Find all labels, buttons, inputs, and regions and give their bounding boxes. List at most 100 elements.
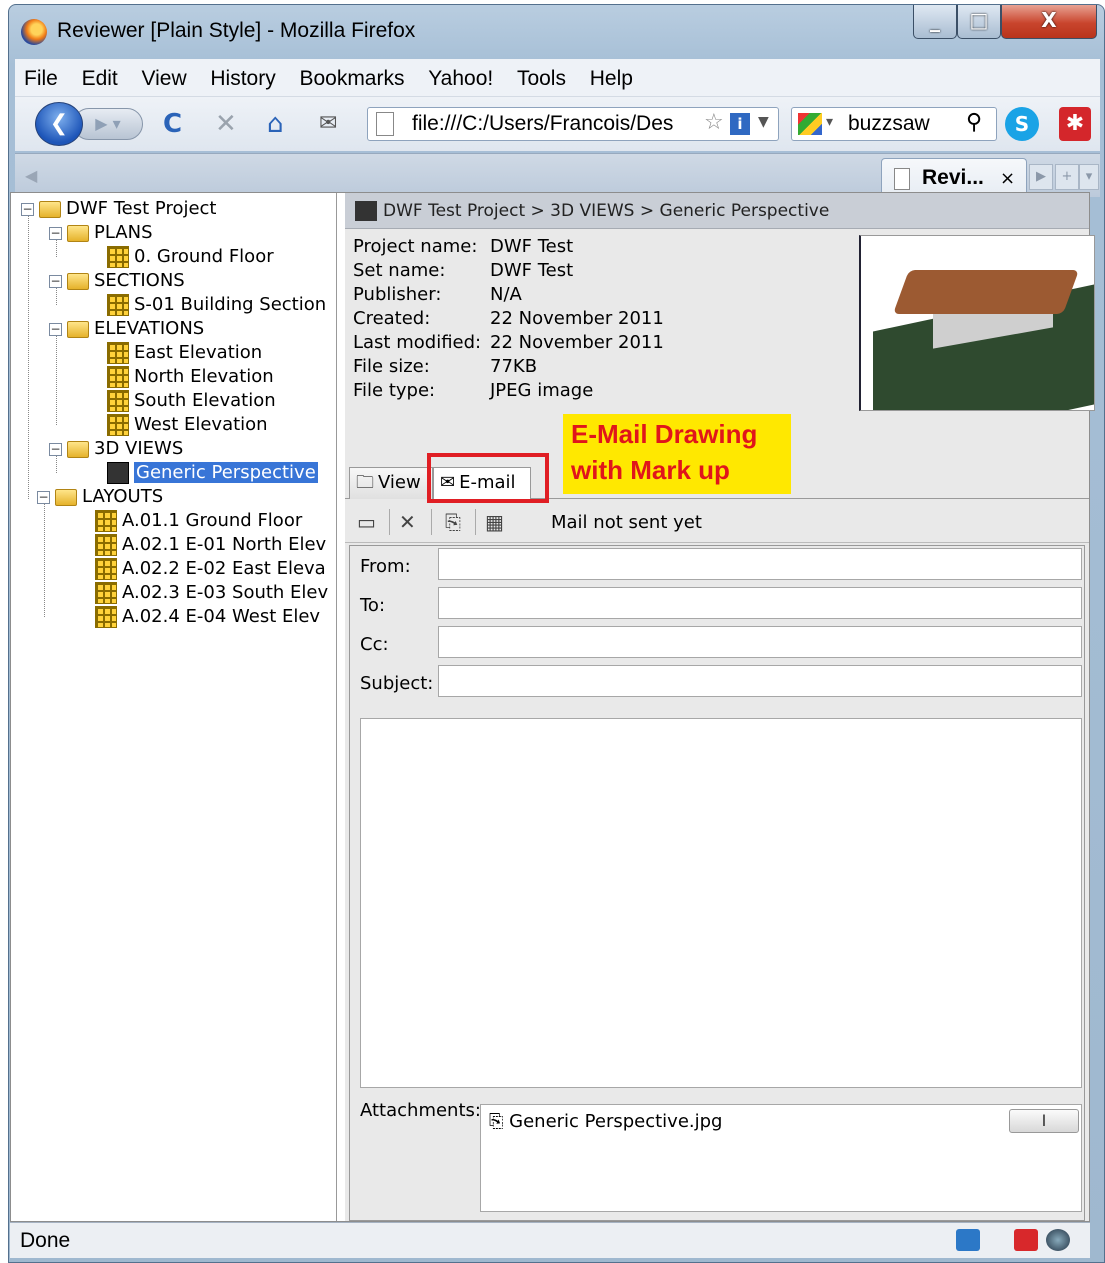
close-window-button[interactable]: X bbox=[1001, 5, 1097, 39]
address-bar[interactable]: file:///C:/Users/Francois/Des ☆ i ▼ bbox=[367, 107, 779, 141]
paperclip-icon: ⎘ bbox=[489, 1111, 504, 1132]
globe-icon[interactable] bbox=[1046, 1229, 1070, 1251]
cc-field[interactable] bbox=[438, 626, 1082, 658]
prop-row: Publisher: N/A bbox=[353, 284, 522, 305]
reload-icon[interactable]: C bbox=[163, 109, 182, 139]
search-bar[interactable]: ▾ buzzsaw ⚲ bbox=[791, 107, 997, 141]
attachments-label: Attachments: bbox=[360, 1100, 481, 1121]
address-book-icon[interactable]: ▦ bbox=[485, 509, 504, 535]
folder-icon bbox=[55, 488, 77, 506]
tree-node-layout-south-elev[interactable]: A.02.3 E-03 South Elev bbox=[95, 581, 328, 605]
tree-node-south-elevation[interactable]: South Elevation bbox=[107, 389, 276, 413]
collapse-icon[interactable]: − bbox=[49, 322, 62, 336]
forward-button[interactable]: ▶ ▾ bbox=[73, 108, 143, 140]
drawing-thumbnail[interactable] bbox=[859, 235, 1095, 411]
tree-node-layout-west-elev[interactable]: A.02.4 E-04 West Elev bbox=[95, 605, 320, 629]
search-icon[interactable]: ⚲ bbox=[966, 110, 982, 135]
info-icon[interactable]: i bbox=[730, 113, 750, 135]
search-text: buzzsaw bbox=[848, 112, 930, 135]
delete-icon[interactable]: ✕ bbox=[399, 509, 416, 535]
collapse-icon[interactable]: − bbox=[37, 490, 50, 504]
attachment-scroll-button[interactable]: I bbox=[1009, 1109, 1079, 1133]
status-addon-icon[interactable] bbox=[956, 1229, 980, 1251]
folder-icon bbox=[67, 320, 89, 338]
prop-row: File type: JPEG image bbox=[353, 380, 594, 401]
tab-view[interactable]: 🗀 View bbox=[349, 467, 433, 499]
folder-icon bbox=[67, 272, 89, 290]
addon-icon[interactable]: ✱ bbox=[1059, 107, 1091, 141]
search-engine-icon[interactable] bbox=[798, 113, 822, 135]
attachment-item[interactable]: ⎘ Generic Perspective.jpg bbox=[489, 1109, 723, 1135]
menu-history[interactable]: History bbox=[201, 59, 284, 91]
tab-list-icon[interactable]: ▾ bbox=[1079, 164, 1099, 190]
drawing-icon bbox=[95, 606, 117, 628]
bookmark-star-icon[interactable]: ☆ bbox=[704, 110, 724, 135]
firefox-logo-icon bbox=[21, 19, 47, 45]
drawing-icon bbox=[95, 534, 117, 556]
tree-node-generic-perspective[interactable]: Generic Perspective bbox=[107, 461, 318, 485]
menu-view[interactable]: View bbox=[133, 59, 196, 91]
annotation-callout: E-Mail Drawing with Mark up bbox=[563, 414, 791, 494]
message-body[interactable] bbox=[360, 718, 1082, 1088]
subject-field[interactable] bbox=[438, 665, 1082, 697]
email-toolbar: ▭ ✕ ⎘ ▦ Mail not sent yet bbox=[345, 501, 1089, 543]
tree-node-layouts[interactable]: − LAYOUTS bbox=[37, 485, 163, 509]
tree-node-building-section[interactable]: S-01 Building Section bbox=[107, 293, 326, 317]
tree-node-layout-ground-floor[interactable]: A.01.1 Ground Floor bbox=[95, 509, 302, 533]
skype-icon[interactable]: S bbox=[1005, 107, 1039, 141]
menu-help[interactable]: Help bbox=[581, 59, 642, 91]
close-tab-icon[interactable]: × bbox=[1000, 168, 1015, 189]
tree-node-east-elevation[interactable]: East Elevation bbox=[107, 341, 262, 365]
properties-list: Project name: DWF Test Set name: DWF Test … bbox=[353, 235, 664, 403]
to-label: To: bbox=[360, 595, 386, 616]
subject-label: Subject: bbox=[360, 673, 434, 694]
collapse-icon[interactable]: − bbox=[49, 226, 62, 240]
send-icon[interactable]: ▭ bbox=[357, 509, 376, 535]
new-tab-icon[interactable]: + bbox=[1055, 164, 1079, 190]
tab-scroll-right-icon[interactable]: ▶ bbox=[1029, 164, 1053, 190]
folder-icon: 🗀 bbox=[356, 472, 374, 493]
to-field[interactable] bbox=[438, 587, 1082, 619]
home-icon[interactable]: ⌂ bbox=[267, 109, 284, 139]
prop-row: Created: 22 November 2011 bbox=[353, 308, 664, 329]
tree-node-elevations[interactable]: − ELEVATIONS bbox=[49, 317, 204, 341]
drawing-icon bbox=[95, 558, 117, 580]
menu-tools[interactable]: Tools bbox=[508, 59, 575, 91]
perspective-icon bbox=[355, 201, 377, 221]
page-icon bbox=[376, 112, 394, 136]
from-field[interactable] bbox=[438, 548, 1082, 580]
menu-file[interactable]: File bbox=[15, 59, 67, 91]
annotation-highlight-box bbox=[427, 453, 549, 503]
back-button[interactable]: ❮ bbox=[35, 102, 83, 146]
menu-edit[interactable]: Edit bbox=[73, 59, 127, 91]
tab-bar: ◀ Revi... × ▶ + ▾ bbox=[15, 153, 1100, 198]
tree-node-3d-views[interactable]: −3D VIEWS bbox=[49, 437, 183, 461]
email-form: From: To: Cc: Subject: Attachments: ⎘ Ge… bbox=[349, 545, 1085, 1221]
menu-yahoo[interactable]: Yahoo! bbox=[419, 59, 502, 91]
menu-bookmarks[interactable]: Bookmarks bbox=[290, 59, 413, 91]
tree-node-ground-floor[interactable]: 0. Ground Floor bbox=[107, 245, 274, 269]
tree-node-north-elevation[interactable]: North Elevation bbox=[107, 365, 274, 389]
search-engine-dropdown-icon[interactable]: ▾ bbox=[826, 114, 833, 130]
tree-node-layout-east-elev[interactable]: A.02.2 E-02 East Eleva bbox=[95, 557, 326, 581]
status-bar: Done bbox=[10, 1222, 1090, 1258]
tree-node-layout-north-elev[interactable]: A.02.1 E-01 North Elev bbox=[95, 533, 326, 557]
tree-node-plans[interactable]: − PLANS bbox=[49, 221, 153, 245]
tree-node-sections[interactable]: − SECTIONS bbox=[49, 269, 185, 293]
stop-icon[interactable]: ✕ bbox=[215, 109, 237, 139]
menu-bar: File Edit View History Bookmarks Yahoo! … bbox=[15, 59, 1100, 97]
tree-node-project[interactable]: − DWF Test Project bbox=[21, 197, 217, 221]
collapse-icon[interactable]: − bbox=[49, 442, 62, 456]
url-dropdown-icon[interactable]: ▼ bbox=[758, 114, 769, 130]
maximize-button[interactable]: □ bbox=[957, 5, 1001, 39]
mail-status: Mail not sent yet bbox=[551, 512, 702, 533]
drawing-icon bbox=[107, 390, 129, 412]
tree-node-west-elevation[interactable]: West Elevation bbox=[107, 413, 268, 437]
minimize-button[interactable]: _ bbox=[913, 5, 957, 39]
pdf-icon[interactable] bbox=[1014, 1229, 1038, 1251]
collapse-icon[interactable]: − bbox=[21, 202, 34, 216]
tab-scroll-left-icon[interactable]: ◀ bbox=[25, 166, 37, 185]
attach-icon[interactable]: ⎘ bbox=[445, 509, 461, 535]
collapse-icon[interactable]: − bbox=[49, 274, 62, 288]
mail-icon[interactable]: ✉ bbox=[319, 109, 337, 139]
